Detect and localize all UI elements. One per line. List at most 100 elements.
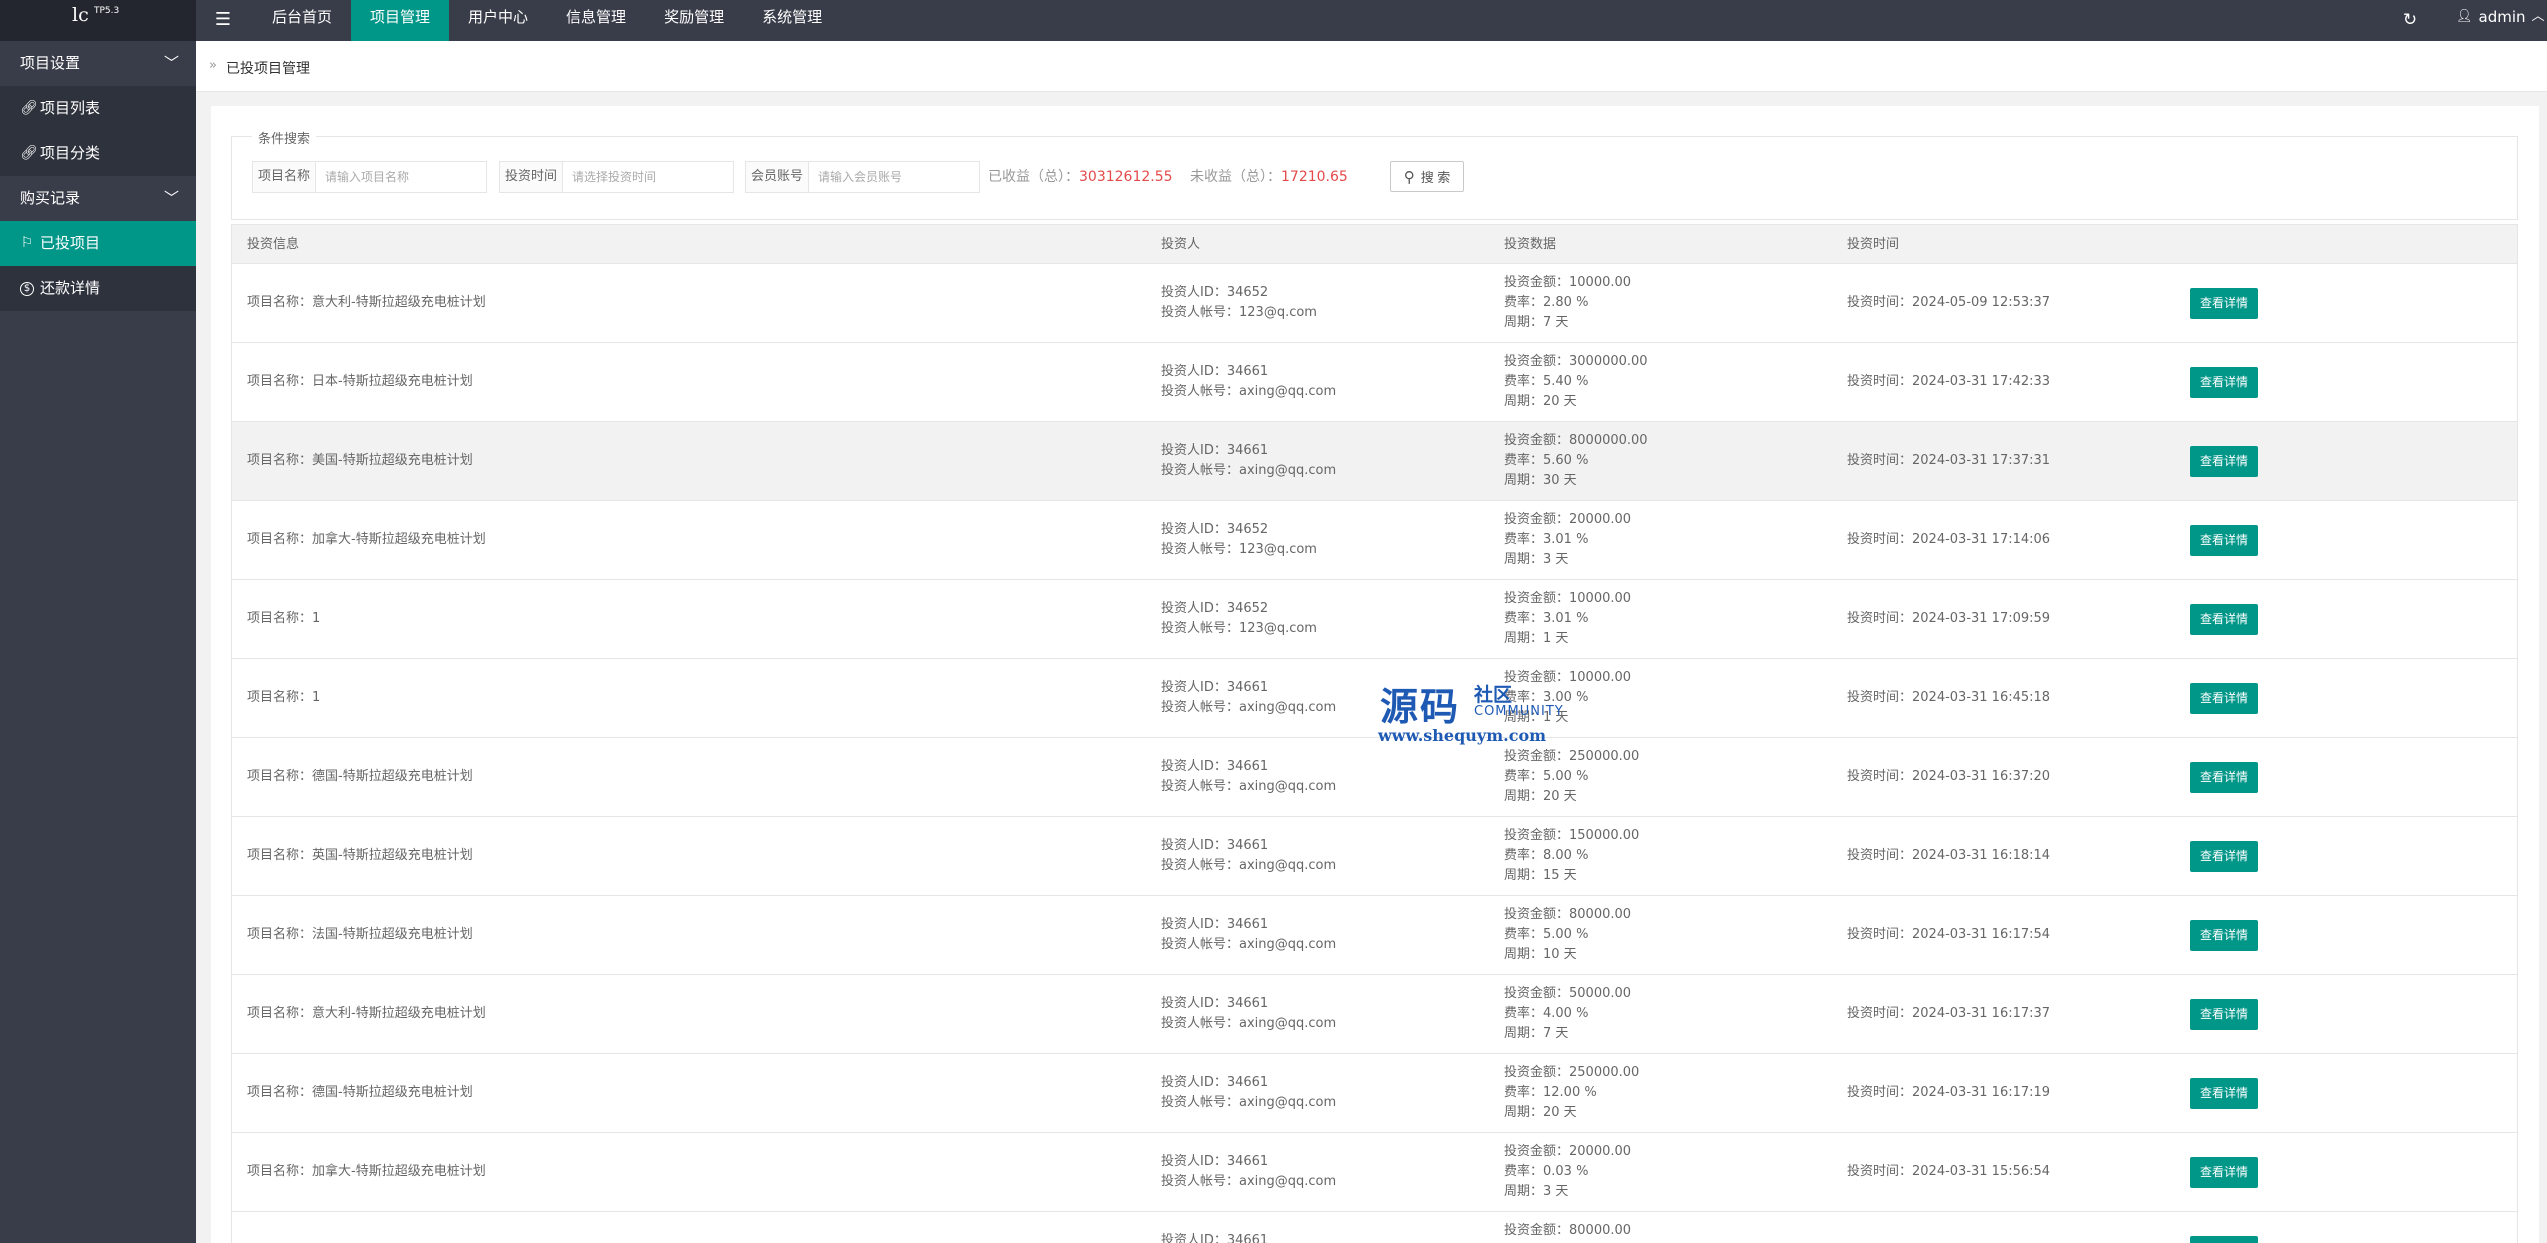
cell-invest-info: 项目名称：日本-特斯拉超级充电桩计划 [247, 372, 473, 392]
table-header: 投资信息 投资人 投资数据 投资时间 [231, 224, 2518, 264]
cell-line-name: 项目名称：意大利-特斯拉超级充电桩计划 [247, 1006, 486, 1021]
user-menu[interactable]: 👤︎ admin ︿ [2456, 0, 2545, 41]
view-detail-button[interactable]: 查看详情 [2190, 1236, 2258, 1243]
cell-invest-data: 投资金额：10000.00 费率：2.80 % 周期：7 天 [1504, 273, 1631, 333]
invest-time-field: 投资时间 [499, 161, 734, 193]
nav-item-5[interactable]: 系统管理 [743, 0, 841, 41]
view-detail-button[interactable]: 查看详情 [2190, 920, 2258, 951]
nav-item-3[interactable]: 信息管理 [547, 0, 645, 41]
view-detail-button[interactable]: 查看详情 [2190, 288, 2258, 319]
cell-line-amount: 投资金额：10000.00 [1504, 275, 1632, 290]
cell-line-period: 周期：1 天 [1504, 631, 1569, 646]
cell-line-time: 投资时间：2024-03-31 16:17:37 [1847, 1006, 2051, 1021]
cell-line-amount: 投资金额：3000000.00 [1504, 354, 1648, 369]
cell-invest-info: 项目名称：德国-特斯拉超级充电桩计划 [247, 767, 473, 787]
sidebar-group-1[interactable]: 购买记录 ﹀ [0, 176, 196, 221]
project-name-input[interactable] [316, 162, 486, 192]
view-detail-button[interactable]: 查看详情 [2190, 446, 2258, 477]
cell-line-name: 项目名称：英国-特斯拉超级充电桩计划 [247, 848, 473, 863]
sidebar-group-label: 购买记录 [20, 189, 81, 207]
link-icon: 🔗︎ [20, 100, 38, 116]
member-account-input[interactable] [809, 162, 979, 192]
cell-line-name: 项目名称：德国-特斯拉超级充电桩计划 [247, 769, 473, 784]
sidebar-group-label: 项目设置 [20, 54, 81, 72]
cell-invest-time: 投资时间：2024-03-31 16:17:19 [1847, 1083, 2050, 1103]
sidebar-item-label: 还款详情 [40, 279, 101, 297]
field-label: 会员账号 [746, 162, 809, 192]
view-detail-button[interactable]: 查看详情 [2190, 367, 2258, 398]
cell-line-investor_id: 投资人ID：34661 [1161, 680, 1269, 695]
view-detail-button[interactable]: 查看详情 [2190, 1078, 2258, 1109]
cell-invest-time: 投资时间：2024-05-09 12:53:37 [1847, 293, 2050, 313]
cell-line-period: 周期：3 天 [1504, 1184, 1569, 1199]
cell-line-investor_id: 投资人ID：34661 [1161, 838, 1269, 853]
cell-investor: 投资人ID：34661 投资人帐号：axing@qq.com [1161, 994, 1336, 1034]
field-label: 投资时间 [500, 162, 563, 192]
cell-invest-time: 投资时间：2024-03-31 15:56:54 [1847, 1162, 2050, 1182]
cell-line-period: 周期：10 天 [1504, 947, 1577, 962]
cell-invest-info: 项目名称：加拿大-特斯拉超级充电桩计划 [247, 1162, 486, 1182]
cell-line-investor_id: 投资人ID：34652 [1161, 601, 1269, 616]
field-label: 项目名称 [253, 162, 316, 192]
cell-line-account: 投资人帐号：axing@qq.com [1161, 1174, 1337, 1189]
cell-line-investor_id: 投资人ID：34661 [1161, 996, 1269, 1011]
view-detail-button[interactable]: 查看详情 [2190, 683, 2258, 714]
breadcrumb-current: 已投项目管理 [226, 61, 310, 77]
nav-item-2[interactable]: 用户中心 [449, 0, 547, 41]
view-detail-button[interactable]: 查看详情 [2190, 841, 2258, 872]
nav-item-4[interactable]: 奖励管理 [645, 0, 743, 41]
sidebar-item-1-1[interactable]: $ 还款详情 [0, 266, 196, 311]
cell-line-period: 周期：20 天 [1504, 1105, 1577, 1120]
cell-line-name: 项目名称：1 [247, 611, 321, 626]
cell-investor: 投资人ID：34661 [1161, 1231, 1268, 1243]
header-invest-info: 投资信息 [247, 237, 300, 252]
cell-line-rate: 费率：4.00 % [1504, 1006, 1589, 1021]
view-detail-button[interactable]: 查看详情 [2190, 604, 2258, 635]
member-account-field: 会员账号 [745, 161, 980, 193]
logo-text: lc [72, 4, 89, 26]
search-button-label: 搜 索 [1420, 170, 1451, 185]
cell-line-amount: 投资金额：50000.00 [1504, 986, 1632, 1001]
sidebar-item-0-1[interactable]: 🔗︎ 项目分类 [0, 131, 196, 176]
header-invest-time: 投资时间 [1847, 237, 1900, 252]
view-detail-button[interactable]: 查看详情 [2190, 1157, 2258, 1188]
cell-line-amount: 投资金额：80000.00 [1504, 1223, 1632, 1238]
cell-line-time: 投资时间：2024-03-31 17:09:59 [1847, 611, 2051, 626]
search-icon: ⚲ [1403, 168, 1415, 186]
investments-table: 投资信息 投资人 投资数据 投资时间 项目名称：意大利-特斯拉超级充电桩计划 投资… [231, 224, 2518, 1243]
cell-line-account: 投资人帐号：123@q.com [1161, 305, 1317, 320]
table-row: 项目名称：法国-特斯拉超级充电桩计划 投资人ID：34661 投资人帐号：axing… [231, 896, 2518, 975]
header-invest-data: 投资数据 [1504, 237, 1557, 252]
cell-line-period: 周期：15 天 [1504, 868, 1577, 883]
cell-investor: 投资人ID：34661 投资人帐号：axing@qq.com [1161, 1073, 1336, 1113]
refresh-icon[interactable]: ↻ [2396, 6, 2424, 34]
cell-invest-info: 项目名称：1 [247, 609, 320, 629]
search-button[interactable]: ⚲ 搜 索 [1390, 161, 1464, 192]
view-detail-button[interactable]: 查看详情 [2190, 999, 2258, 1030]
flag-icon: ⚐ [20, 235, 34, 251]
logo[interactable]: lc TP5.3 [0, 0, 196, 41]
nav-item-0[interactable]: 后台首页 [253, 0, 351, 41]
menu-toggle-icon[interactable]: ☰ [210, 7, 236, 33]
cell-invest-data: 投资金额：10000.00 费率：3.01 % 周期：1 天 [1504, 589, 1631, 649]
cell-line-investor_id: 投资人ID：34661 [1161, 1233, 1269, 1243]
breadcrumb: » 已投项目管理 [196, 41, 2547, 92]
cell-line-time: 投资时间：2024-03-31 16:45:18 [1847, 690, 2051, 705]
cell-invest-info: 项目名称：1 [247, 688, 320, 708]
top-nav: 后台首页 项目管理 用户中心 信息管理 奖励管理 系统管理 [253, 0, 841, 41]
invest-time-input[interactable] [563, 162, 733, 192]
sidebar-group-0[interactable]: 项目设置 ﹀ [0, 41, 196, 86]
cell-invest-data: 投资金额：80000.00 [1504, 1221, 1631, 1241]
nav-item-1[interactable]: 项目管理 [351, 0, 450, 41]
sidebar-item-1-0[interactable]: ⚐ 已投项目 [0, 221, 196, 266]
cell-line-rate: 费率：5.40 % [1504, 374, 1589, 389]
person-icon: 👤︎ [2456, 9, 2473, 24]
sidebar-item-0-0[interactable]: 🔗︎ 项目列表 [0, 86, 196, 131]
cell-line-time: 投资时间：2024-03-31 16:18:14 [1847, 848, 2051, 863]
cell-line-time: 投资时间：2024-03-31 17:37:31 [1847, 453, 2051, 468]
cell-line-rate: 费率：0.03 % [1504, 1164, 1589, 1179]
cell-line-name: 项目名称：1 [247, 690, 321, 705]
view-detail-button[interactable]: 查看详情 [2190, 762, 2258, 793]
view-detail-button[interactable]: 查看详情 [2190, 525, 2258, 556]
earned-value: 30312612.55 [1079, 169, 1173, 185]
